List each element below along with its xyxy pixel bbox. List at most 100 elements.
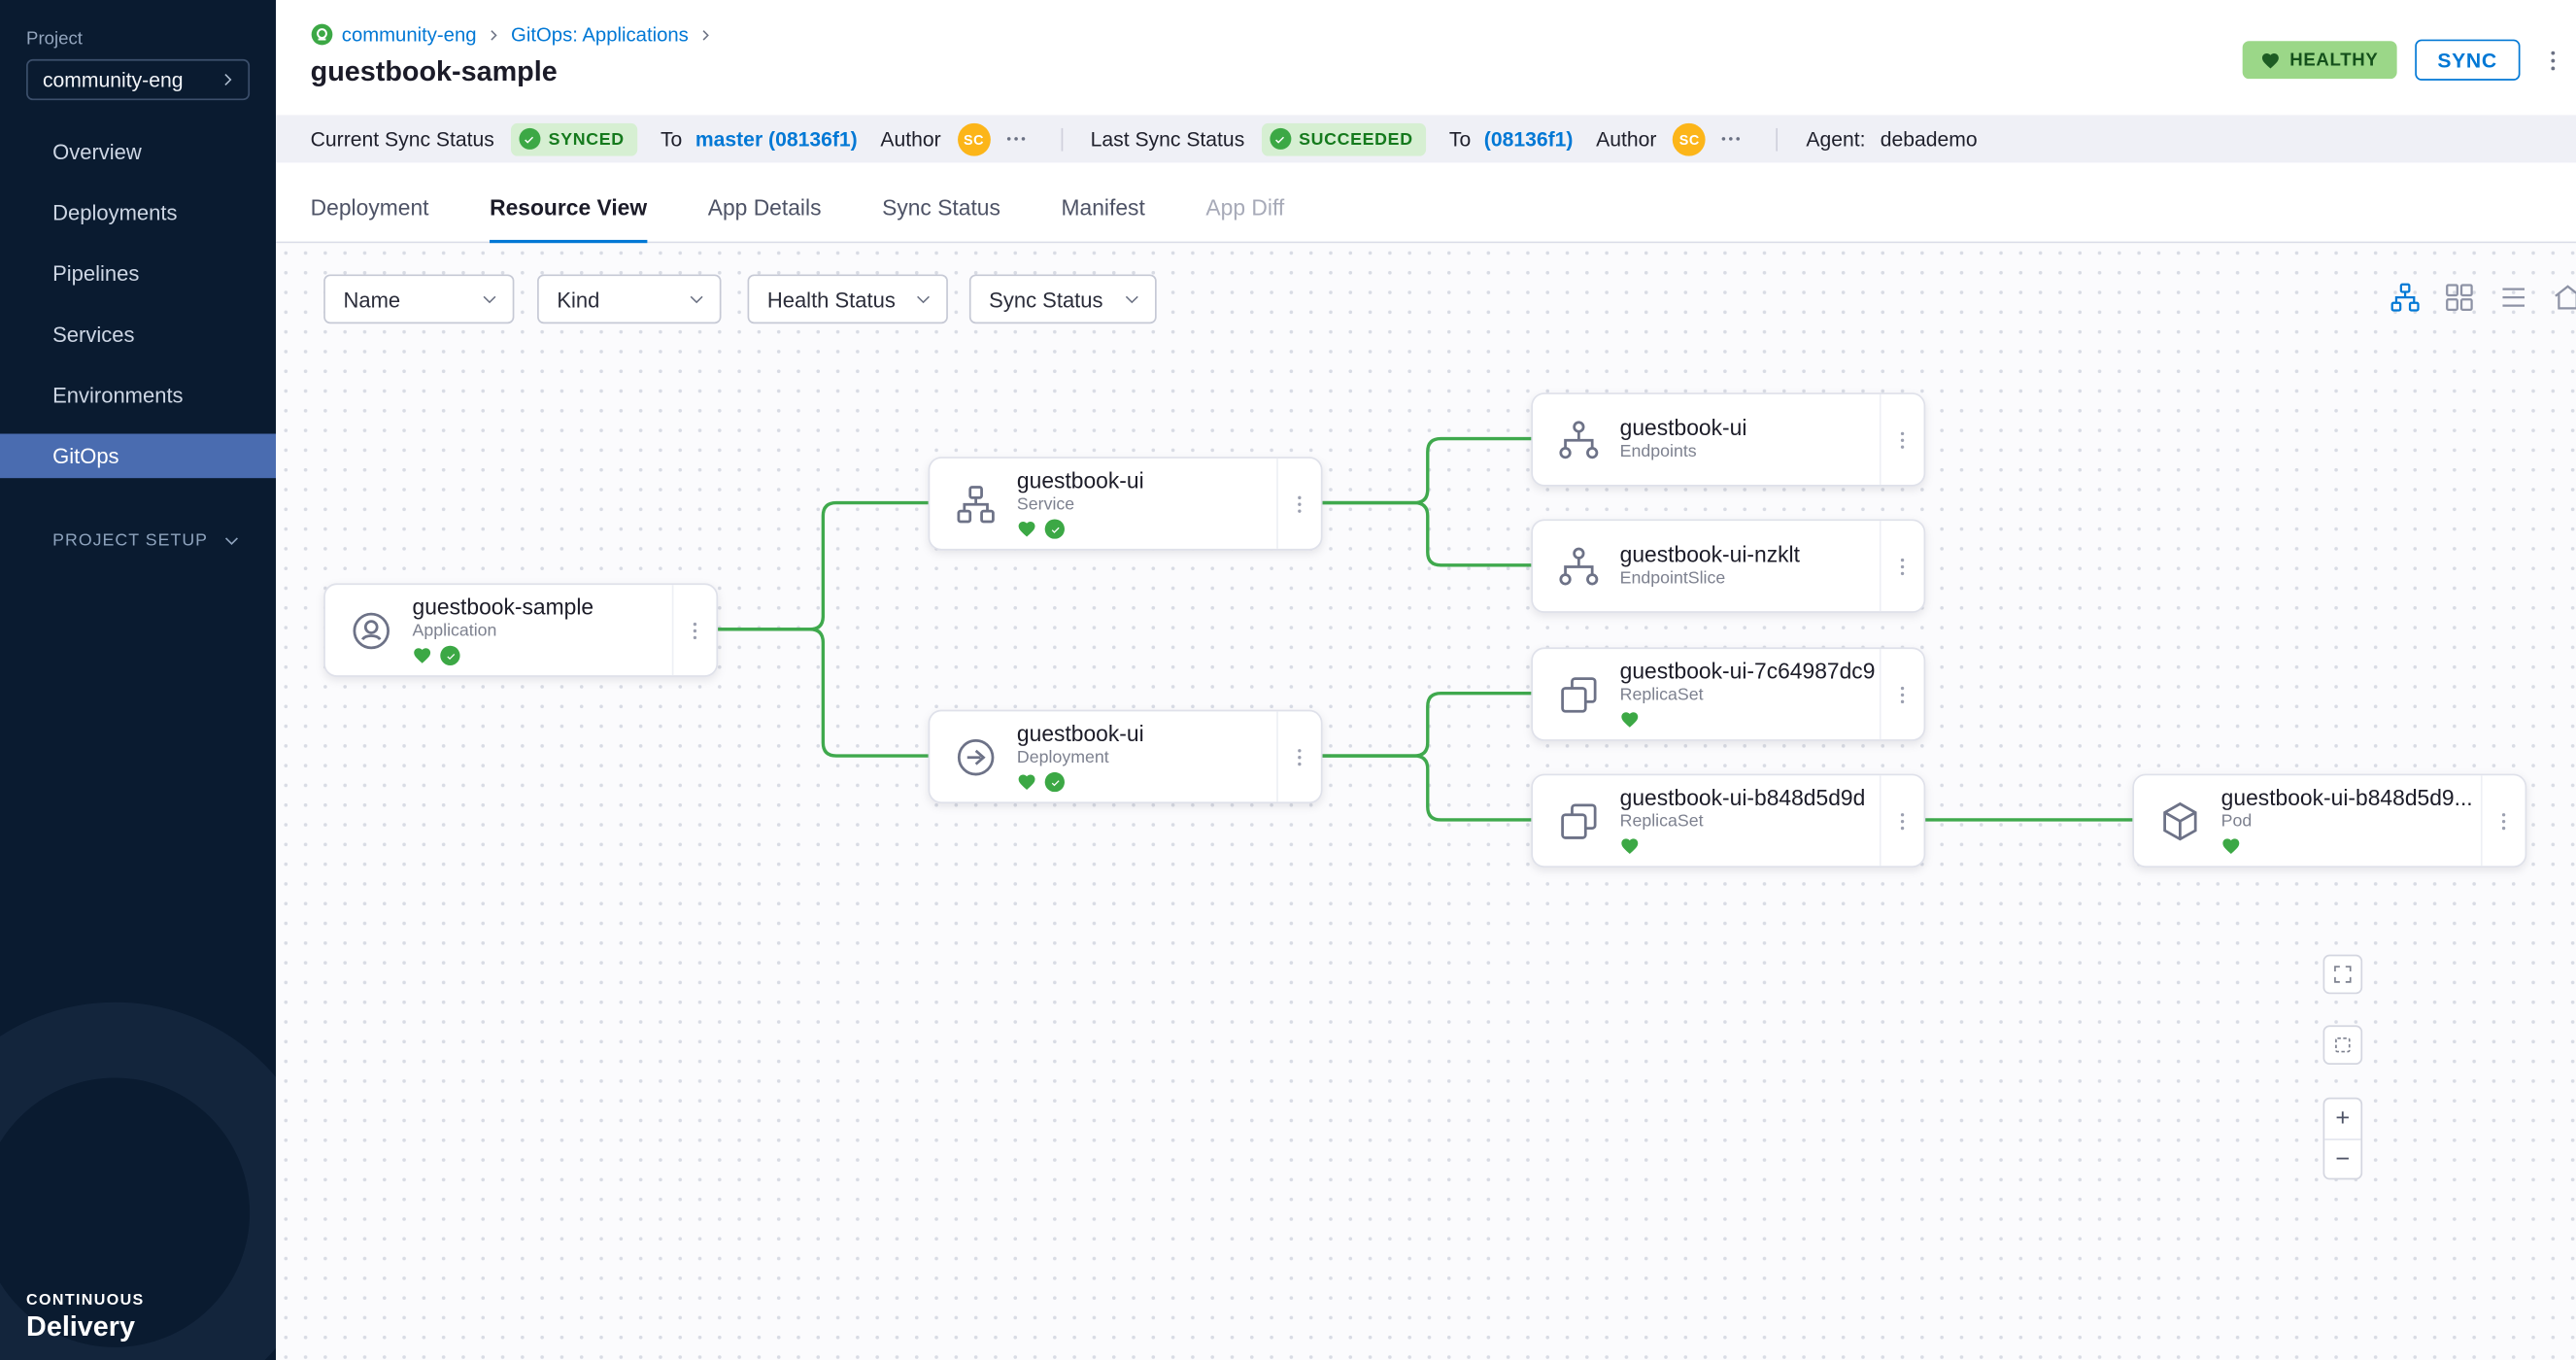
node-menu-button[interactable] [1880,775,1924,866]
sidebar-item-pipelines[interactable]: Pipelines [0,252,276,296]
sidebar-item-label: Environments [52,383,183,407]
tab-resource-view[interactable]: Resource View [490,195,647,241]
tree-view-button[interactable] [2388,280,2423,316]
tab-deployment[interactable]: Deployment [311,195,429,241]
project-selector[interactable]: community-eng [26,59,250,100]
sidebar-item-overview[interactable]: Overview [0,130,276,175]
grid-view-button[interactable] [2441,280,2477,316]
sync-status-filter-select[interactable]: Sync Status [969,274,1157,323]
author-avatar[interactable]: SC [958,122,991,155]
kind-filter-select[interactable]: Kind [537,274,721,323]
current-sync-label: Current Sync Status [311,127,494,151]
pod-icon [2157,798,2203,843]
tab-sync-status[interactable]: Sync Status [882,195,1000,241]
last-revision-link[interactable]: (08136f1) [1484,127,1574,151]
health-heart-icon [1620,710,1640,730]
project-setup-label: PROJECT SETUP [52,530,208,550]
list-view-button[interactable] [2495,280,2531,316]
node-menu-button[interactable] [1276,711,1321,801]
last-sync-label: Last Sync Status [1091,127,1245,151]
service-icon [953,481,999,527]
sync-button[interactable]: SYNC [2415,40,2521,81]
node-menu-button[interactable] [1880,394,1924,485]
brand-logo: CONTINUOUS Delivery [26,1291,145,1343]
node-title: guestbook-ui [1620,416,1880,440]
name-filter-select[interactable]: Name [323,274,514,323]
fullscreen-button[interactable] [2323,955,2363,995]
node-body: guestbook-ui Service [1017,468,1276,539]
project-setup-toggle[interactable]: PROJECT SETUP [52,530,250,550]
health-heart-icon [2221,836,2241,856]
node-kind: Deployment [1017,748,1276,769]
node-menu-button[interactable] [2481,775,2525,866]
zoom-out-button[interactable]: − [2324,1139,2360,1178]
sidebar-item-services[interactable]: Services [0,312,276,357]
sidebar-item-label: Deployments [52,200,177,224]
fit-to-screen-button[interactable] [2323,1025,2363,1065]
project-selector-value: community-eng [43,68,184,91]
deployment-icon [953,733,999,779]
breadcrumb: community-eng GitOps: Applications [311,23,715,47]
health-heart-icon [1620,836,1640,856]
kebab-menu-icon [1288,493,1311,516]
node-body: guestbook-ui-nzklt EndpointSlice [1620,542,1880,590]
heart-icon [2260,51,2280,70]
node-menu-button[interactable] [1276,459,1321,549]
node-kind: ReplicaSet [1620,812,1880,833]
synced-check-icon [440,646,459,665]
resource-node-pod[interactable]: guestbook-ui-b848d5d9... Pod [2132,774,2526,867]
sidebar-item-gitops[interactable]: GitOps [0,434,276,479]
node-menu-button[interactable] [1880,649,1924,739]
resource-node-deployment[interactable]: guestbook-ui Deployment [929,710,1323,803]
view-mode-toggles [2388,280,2576,316]
more-options-button[interactable] [1719,124,1748,153]
resource-node-service[interactable]: guestbook-ui Service [929,457,1323,550]
replicaset-icon [1556,671,1602,717]
sidebar-item-label: GitOps [52,444,119,468]
more-options-button[interactable] [1003,124,1033,153]
current-revision-link[interactable]: master (08136f1) [695,127,858,151]
grid-view-icon [2443,281,2476,314]
ellipsis-icon [1719,126,1744,151]
resource-node-replicaset-2[interactable]: guestbook-ui-b848d5d9d ReplicaSet [1531,774,1925,867]
breadcrumb-section-link[interactable]: GitOps: Applications [511,23,689,47]
tab-app-details[interactable]: App Details [708,195,822,241]
tab-manifest[interactable]: Manifest [1062,195,1145,241]
zoom-in-button[interactable]: + [2324,1099,2360,1138]
endpoints-icon [1556,417,1602,462]
chevron-down-icon [221,530,241,550]
resource-node-endpoints[interactable]: guestbook-ui Endpoints [1531,392,1925,486]
fit-selection-icon [2331,1034,2355,1057]
tab-bar: Deployment Resource View App Details Syn… [276,162,2576,243]
succeeded-badge-label: SUCCEEDED [1299,129,1413,149]
endpointslice-icon [1556,543,1602,589]
health-status-filter-select[interactable]: Health Status [748,274,948,323]
sidebar-item-label: Pipelines [52,261,139,286]
node-menu-button[interactable] [1880,521,1924,611]
resource-node-replicaset-1[interactable]: guestbook-ui-7c64987dc9 ReplicaSet [1531,647,1925,740]
breadcrumb-project-link[interactable]: community-eng [342,23,477,47]
health-heart-icon [413,646,432,665]
filter-label: Sync Status [989,287,1102,311]
node-title: guestbook-sample [413,595,672,619]
node-title: guestbook-ui-nzklt [1620,542,1880,566]
resource-node-endpointslice[interactable]: guestbook-ui-nzklt EndpointSlice [1531,519,1925,612]
clipped-view-button[interactable] [2550,280,2576,316]
kebab-menu-icon [1288,745,1311,768]
filter-label: Kind [557,287,599,311]
sidebar-item-deployments[interactable]: Deployments [0,190,276,235]
app-menu-button[interactable] [2538,42,2567,78]
filter-label: Health Status [767,287,896,311]
health-badge: HEALTHY [2242,41,2396,79]
kebab-menu-icon [2540,47,2566,73]
sidebar-item-label: Services [52,323,134,347]
node-kind: EndpointSlice [1620,568,1880,590]
main-content: community-eng GitOps: Applications guest… [276,0,2576,1360]
chevron-down-icon [913,289,932,309]
resource-node-application[interactable]: guestbook-sample Application [323,583,718,676]
node-title: guestbook-ui-b848d5d9... [2221,785,2481,809]
author-avatar[interactable]: SC [1673,122,1706,155]
sidebar-item-environments[interactable]: Environments [0,373,276,418]
node-menu-button[interactable] [672,585,717,675]
resource-tree-canvas[interactable]: Name Kind Health Status Sync Status [276,243,2576,1360]
